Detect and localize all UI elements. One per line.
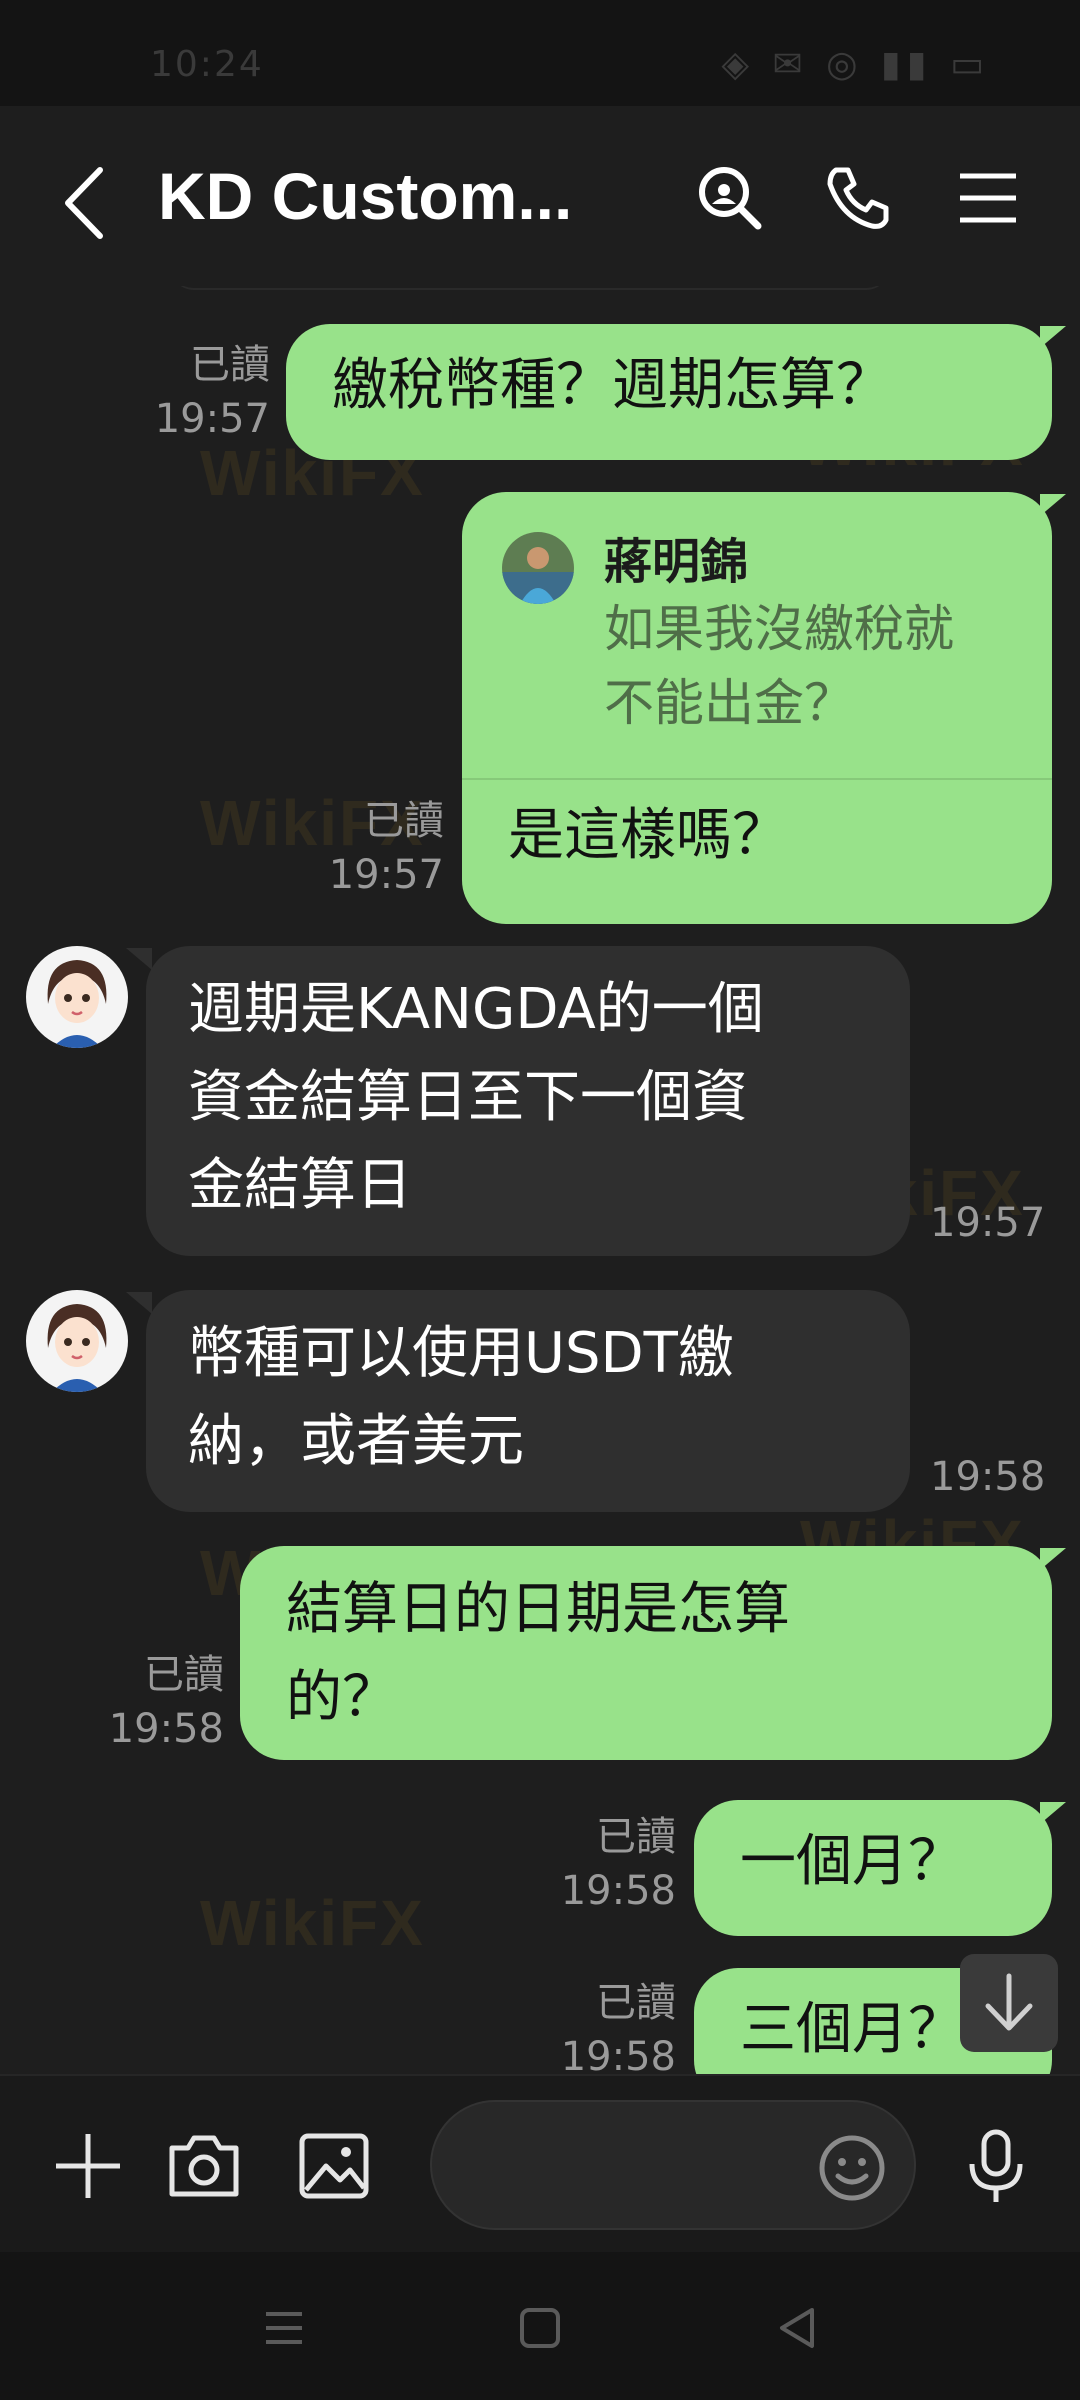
search-icon[interactable] [694, 162, 766, 234]
read-receipt: 已讀 [596, 1814, 676, 1860]
message-meta: 已讀 19:58 [540, 1976, 676, 2074]
bubble-tail [126, 948, 152, 970]
message-time: 19:57 [328, 852, 444, 898]
received-message-bubble[interactable]: 幣種可以使用USDT繳 納，或者美元 [146, 1290, 910, 1512]
sent-message-bubble[interactable]: 一個月？ [694, 1800, 1052, 1936]
read-receipt: 已讀 [364, 798, 444, 844]
status-bar: 10:24 ◈ ✉ ◎ ▮▮ ▭ [0, 0, 1080, 106]
status-time: 10:24 [150, 44, 264, 85]
previous-message-edge [170, 286, 890, 290]
message-time: 19:58 [930, 1454, 1046, 1500]
message-field[interactable] [430, 2100, 916, 2230]
read-receipt: 已讀 [144, 1652, 224, 1698]
quoted-message[interactable]: 蔣明錦 如果我沒繳稅就 不能出金？ [462, 492, 1052, 780]
message-meta: 已讀 19:57 [300, 794, 444, 902]
back-arrow-icon[interactable] [56, 158, 116, 248]
message-meta: 已讀 19:57 [120, 338, 270, 446]
bubble-tail [126, 1292, 152, 1314]
menu-icon[interactable] [952, 162, 1024, 234]
message-time: 19:58 [560, 1868, 676, 1914]
emoji-icon[interactable] [816, 2132, 888, 2204]
bubble-tail [1040, 1802, 1066, 1824]
chat-header: KD Custom... [0, 106, 1080, 286]
message-text: 週期是KANGDA的一個 資金結算日至下一個資 金結算日 [188, 977, 764, 1218]
message-text: 是這樣嗎？ [508, 803, 788, 868]
message-input-bar [0, 2074, 1080, 2254]
message-time: 19:58 [108, 1706, 224, 1752]
phone-icon[interactable] [822, 162, 894, 234]
microphone-icon[interactable] [956, 2126, 1036, 2206]
contact-avatar[interactable] [26, 946, 128, 1048]
message-meta: 已讀 19:58 [70, 1648, 224, 1756]
camera-icon[interactable] [164, 2126, 244, 2206]
message-text: 一個月？ [740, 1829, 964, 1894]
quoted-user-avatar [502, 532, 574, 604]
message-text: 幣種可以使用USDT繳 納，或者美元 [188, 1321, 734, 1474]
sent-message-bubble[interactable]: 繳稅幣種？週期怎算？ [286, 324, 1052, 460]
arrow-down-icon [985, 1973, 1033, 2031]
contact-avatar[interactable] [26, 1290, 128, 1392]
received-message-bubble[interactable]: 週期是KANGDA的一個 資金結算日至下一個資 金結算日 [146, 946, 910, 1256]
quoted-user-name: 蔣明錦 [604, 534, 749, 590]
image-gallery-icon[interactable] [294, 2126, 374, 2206]
watermark: WikiFX [200, 1887, 425, 1959]
chat-title[interactable]: KD Custom... [158, 158, 572, 234]
home-icon[interactable] [510, 2298, 570, 2358]
read-receipt: 已讀 [596, 1980, 676, 2026]
bubble-tail [1040, 494, 1066, 516]
read-receipt: 已讀 [190, 342, 270, 388]
sent-reply-bubble[interactable]: 蔣明錦 如果我沒繳稅就 不能出金？ 是這樣嗎？ [462, 492, 1052, 924]
back-icon[interactable] [768, 2298, 828, 2358]
bubble-tail [1040, 326, 1066, 348]
quoted-text: 如果我沒繳稅就 不能出金？ [604, 600, 954, 732]
bubble-tail [1040, 1548, 1066, 1570]
status-indicators: ◈ ✉ ◎ ▮▮ ▭ [721, 44, 990, 85]
message-time: 19:57 [154, 396, 270, 442]
recent-apps-icon[interactable] [254, 2298, 314, 2358]
scroll-to-bottom-button[interactable] [960, 1954, 1058, 2052]
message-time: 19:57 [930, 1200, 1046, 1246]
sent-message-bubble[interactable]: 結算日的日期是怎算 的？ [240, 1546, 1052, 1760]
plus-icon[interactable] [48, 2126, 128, 2206]
message-time: 19:58 [560, 2034, 676, 2074]
message-text: 結算日的日期是怎算 的？ [286, 1577, 790, 1730]
chat-area[interactable]: WikiFX WikiFX WikiFX WikiFX WikiFX WikiF… [0, 286, 1080, 2074]
message-text: 繳稅幣種？週期怎算？ [332, 353, 892, 418]
system-navigation-bar [0, 2252, 1080, 2400]
message-input[interactable] [472, 2132, 806, 2204]
message-meta: 已讀 19:58 [540, 1810, 676, 1918]
